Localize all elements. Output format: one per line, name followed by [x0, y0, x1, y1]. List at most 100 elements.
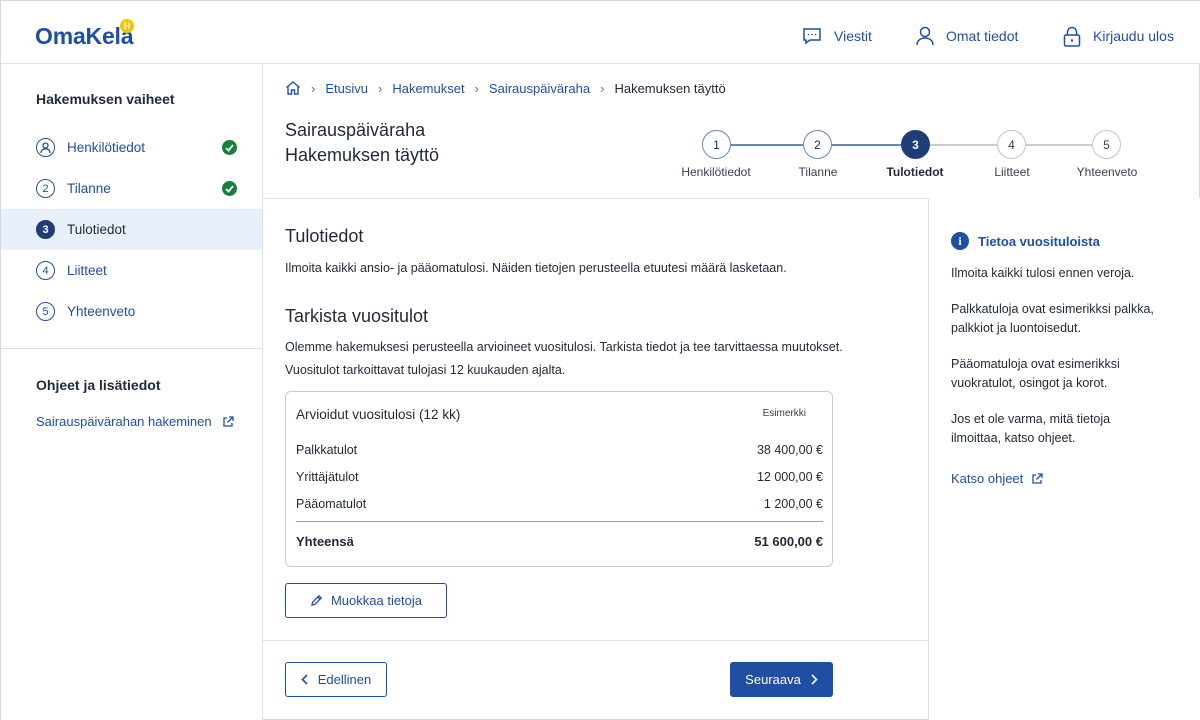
profile-label: Omat tiedot [946, 28, 1019, 44]
chat-icon [803, 28, 821, 45]
income-value: 12 000,00 € [756, 470, 823, 484]
info-text: Palkkatuloja ovat esimerikksi palkka, pa… [951, 302, 1154, 335]
sidebar-title: Hakemuksen vaiheet [36, 91, 175, 107]
edit-info-button[interactable]: Muokkaa tietoja [285, 583, 447, 618]
omakela-logo[interactable]: OmaKela [35, 23, 134, 50]
chevron-right-icon: › [474, 80, 479, 96]
sidebar-item-label: Henkilötiedot [67, 140, 146, 155]
info-icon: i [951, 232, 969, 250]
completed-check-icon [222, 140, 237, 155]
info-text: Ilmoita kaikki tulosi ennen veroja. [951, 266, 1135, 280]
stepper-step-1[interactable]: 1 [702, 130, 731, 159]
external-link-icon [1032, 472, 1043, 484]
income-value: 38 400,00 € [756, 443, 823, 457]
income-label: Palkkatulot [296, 443, 358, 457]
profile-link[interactable]: Omat tiedot [916, 24, 1018, 48]
next-button-label: Seuraava [745, 672, 801, 687]
stepper-label: Yhteenveto [1076, 165, 1138, 179]
breadcrumb: › Etusivu › Hakemukset › Sairauspäivärah… [285, 78, 726, 98]
previous-button[interactable]: Edellinen [285, 662, 387, 697]
chevron-right-icon: › [377, 80, 383, 96]
total-label: Yhteensä [296, 534, 354, 549]
example-tag: Esimerkki [762, 408, 806, 419]
chevron-right-icon [811, 674, 818, 685]
info-text: Jos et ole varma, mitä tietoja ilmoittaa… [951, 412, 1111, 445]
footer-divider [263, 640, 928, 641]
card-title: Arvioidut vuositulosi (12 kk) [296, 407, 461, 422]
income-label: Yrittäjätulot [296, 470, 359, 484]
completed-check-icon [222, 181, 237, 196]
income-row: Pääomatulot 1 200,00 € [296, 497, 823, 517]
stepper-line-upcoming [929, 144, 998, 146]
sidebar-divider [1, 348, 262, 349]
total-row: Yhteensä 51 600,00 € [296, 534, 823, 549]
messages-link[interactable]: Viestit [802, 24, 872, 48]
breadcrumb-hakemukset[interactable]: Hakemukset [392, 81, 464, 96]
chevron-left-icon [301, 674, 308, 685]
income-summary-card: Arvioidut vuositulosi (12 kk) Esimerkki … [285, 391, 833, 567]
help-title: Ohjeet ja lisätiedot [36, 377, 161, 393]
help-link[interactable]: Sairauspäivärahan hakeminen [36, 414, 234, 429]
check-text-2: Vuositulot tarkoittavat tulojasi 12 kuuk… [285, 363, 566, 377]
total-divider [296, 521, 823, 522]
page-title: Sairauspäiväraha [285, 120, 426, 140]
instructions-link-label: Katso ohjeet [951, 471, 1024, 486]
person-circle-icon [36, 138, 55, 157]
sidebar-item-henkilotiedot[interactable]: Henkilötiedot [1, 127, 262, 168]
stepper-step-5[interactable]: 5 [1092, 130, 1121, 159]
user-icon [916, 26, 934, 46]
logo-badge: H [120, 19, 134, 33]
page-subtitle: Hakemuksen täyttö [285, 145, 440, 165]
income-label: Pääomatulot [296, 497, 367, 511]
breadcrumb-etusivu[interactable]: Etusivu [325, 81, 368, 96]
stepper-step-3[interactable]: 3 [901, 130, 930, 159]
chevron-right-icon: › [311, 80, 316, 96]
lock-icon [1063, 26, 1081, 47]
income-row: Yrittäjätulot 12 000,00 € [296, 470, 823, 490]
help-link-label: Sairauspäivärahan hakeminen [36, 414, 212, 429]
instructions-link[interactable]: Katso ohjeet [951, 471, 1043, 486]
breadcrumb-sairauspaivaraha[interactable]: Sairauspäiväraha [489, 81, 590, 96]
stepper-step-4[interactable]: 4 [997, 130, 1026, 159]
check-text: Olemme hakemuksesi perusteella arvioinee… [285, 340, 843, 354]
home-icon[interactable] [285, 80, 301, 96]
check-heading: Tarkista vuositulot [285, 306, 429, 326]
sidebar-item-label: Tilanne [67, 181, 111, 196]
sidebar-item-label: Tulotiedot [67, 222, 126, 237]
stepper-line-upcoming [1026, 144, 1093, 146]
sidebar-item-yhteenveto[interactable]: 5 Yhteenveto [1, 291, 262, 332]
step-number-circle: 2 [36, 179, 55, 198]
income-row: Palkkatulot 38 400,00 € [296, 443, 823, 463]
messages-label: Viestit [834, 28, 872, 44]
stepper-line-completed [832, 144, 902, 146]
info-title-label: Tietoa vuosituloista [978, 233, 1100, 249]
step-number-circle: 4 [36, 261, 55, 280]
logout-label: Kirjaudu ulos [1093, 28, 1174, 44]
external-link-icon [222, 415, 234, 427]
sidebar-item-tulotiedot[interactable]: 3 Tulotiedot [1, 209, 262, 250]
pencil-icon [311, 594, 323, 606]
info-text: Pääomatuloja ovat esimerikksi vuokratulo… [951, 357, 1120, 390]
steps-sidebar: Hakemuksen vaiheet Henkilötiedot 2 Tilan… [1, 64, 263, 720]
app-window: OmaKela H Viestit Omat tiedot Kirjaudu u… [0, 0, 1200, 720]
edit-button-label: Muokkaa tietoja [330, 593, 423, 608]
stepper-line-completed [731, 144, 804, 146]
next-button[interactable]: Seuraava [730, 662, 833, 697]
previous-button-label: Edellinen [317, 672, 372, 687]
total-value: 51 600,00 € [754, 534, 823, 549]
sidebar-item-liitteet[interactable]: 4 Liitteet [1, 250, 262, 291]
sidebar-item-label: Liitteet [67, 263, 107, 278]
stepper-step-2[interactable]: 2 [803, 130, 832, 159]
sidebar-item-label: Yhteenveto [67, 304, 136, 319]
income-value: 1 200,00 € [763, 497, 823, 511]
chevron-right-icon: › [600, 80, 605, 96]
sidebar-item-tilanne[interactable]: 2 Tilanne [1, 168, 262, 209]
step-number-circle: 3 [36, 220, 55, 239]
breadcrumb-current: Hakemuksen täyttö [614, 80, 726, 96]
section-heading: Tulotiedot [285, 226, 364, 246]
info-title: i Tietoa vuosituloista [951, 232, 1100, 250]
logout-link[interactable]: Kirjaudu ulos [1063, 24, 1174, 48]
step-number-circle: 5 [36, 302, 55, 321]
intro-text: Ilmoita kaikki ansio- ja pääomatulosi. N… [285, 261, 787, 275]
top-header: OmaKela H Viestit Omat tiedot Kirjaudu u… [1, 1, 1200, 64]
